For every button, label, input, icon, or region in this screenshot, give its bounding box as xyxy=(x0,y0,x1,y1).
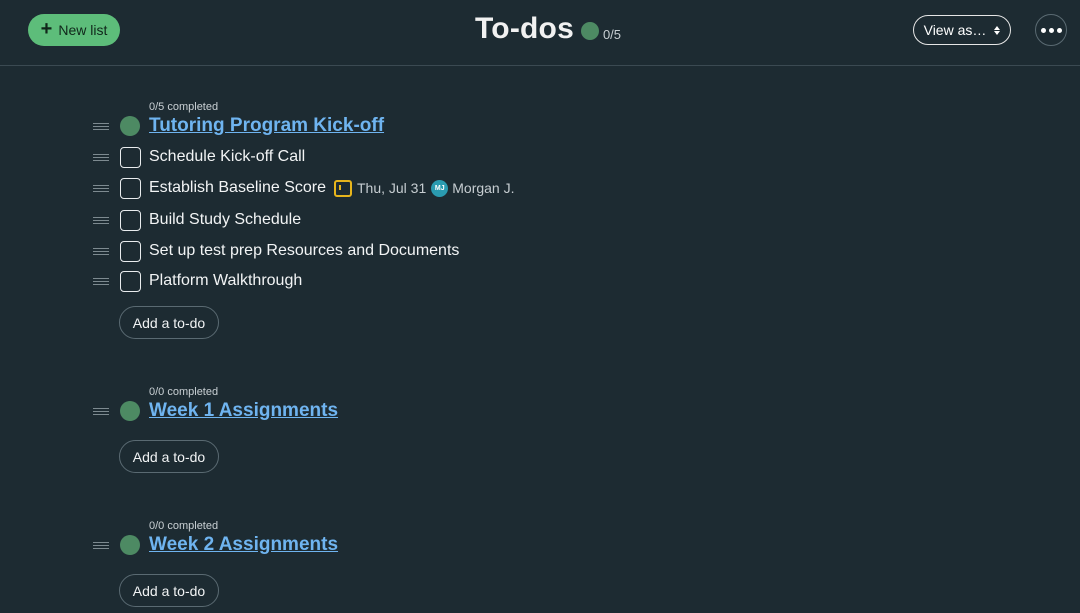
todo-checkbox[interactable] xyxy=(120,178,141,199)
more-options-button[interactable] xyxy=(1035,14,1067,46)
drag-handle-icon[interactable] xyxy=(93,185,109,192)
todo-checkbox[interactable] xyxy=(120,147,141,168)
drag-handle-icon[interactable] xyxy=(93,217,109,224)
list-progress-dot xyxy=(120,535,140,555)
new-list-button[interactable]: + New list xyxy=(28,14,120,46)
page-title: To-dos xyxy=(475,12,574,45)
drag-handle-icon[interactable] xyxy=(93,248,109,255)
drag-handle-icon[interactable] xyxy=(93,408,109,415)
todo-content: Establish Baseline Score Thu, Jul 31 MJ … xyxy=(149,179,515,197)
list-progress-dot xyxy=(120,116,140,136)
page-title-group: To-dos 0/5 xyxy=(475,12,621,46)
list-header: Tutoring Program Kick-off xyxy=(0,113,1080,139)
add-todo-button[interactable]: Add a to-do xyxy=(119,440,219,473)
list-header: Week 1 Assignments xyxy=(0,398,1080,424)
updown-chevron-icon xyxy=(994,25,1001,35)
list-title[interactable]: Week 2 Assignments xyxy=(149,534,338,556)
todo-item: Establish Baseline Score Thu, Jul 31 MJ … xyxy=(0,175,1080,201)
new-list-label: New list xyxy=(58,22,108,38)
drag-handle-icon[interactable] xyxy=(93,542,109,549)
more-dots-icon xyxy=(1040,27,1046,33)
calendar-icon xyxy=(333,179,352,197)
todo-item: Build Study Schedule xyxy=(0,207,1080,233)
todo-checkbox[interactable] xyxy=(120,271,141,292)
todo-checkbox[interactable] xyxy=(120,241,141,262)
list-title[interactable]: Week 1 Assignments xyxy=(149,400,338,422)
list-completed-count: 0/0 completed xyxy=(149,386,219,398)
list-progress-dot xyxy=(120,401,140,421)
todo-text[interactable]: Schedule Kick-off Call xyxy=(149,148,305,166)
todo-text[interactable]: Build Study Schedule xyxy=(149,211,301,229)
todo-text[interactable]: Platform Walkthrough xyxy=(149,272,302,290)
top-bar: + New list To-dos 0/5 View as… xyxy=(0,0,1080,66)
drag-handle-icon[interactable] xyxy=(93,123,109,130)
todo-item: Schedule Kick-off Call xyxy=(0,144,1080,170)
todo-item: Set up test prep Resources and Documents xyxy=(0,238,1080,264)
list-completed-count: 0/0 completed xyxy=(149,520,219,532)
todo-text[interactable]: Set up test prep Resources and Documents xyxy=(149,242,459,260)
todo-checkbox[interactable] xyxy=(120,210,141,231)
list-title[interactable]: Tutoring Program Kick-off xyxy=(149,115,384,137)
assignee-name: Morgan J. xyxy=(452,180,515,196)
avatar: MJ xyxy=(431,179,449,197)
add-todo-button[interactable]: Add a to-do xyxy=(119,306,219,339)
plus-icon: + xyxy=(40,18,53,40)
todo-text[interactable]: Establish Baseline Score xyxy=(149,179,326,197)
todo-item: Platform Walkthrough xyxy=(0,268,1080,294)
drag-handle-icon[interactable] xyxy=(93,278,109,285)
add-todo-button[interactable]: Add a to-do xyxy=(119,574,219,607)
view-as-label: View as… xyxy=(923,22,987,38)
view-as-button[interactable]: View as… xyxy=(913,15,1011,45)
list-completed-count: 0/5 completed xyxy=(149,101,219,113)
progress-dot xyxy=(580,21,599,40)
due-date: Thu, Jul 31 xyxy=(356,180,427,196)
list-header: Week 2 Assignments xyxy=(0,532,1080,558)
completion-count: 0/5 xyxy=(602,26,622,42)
drag-handle-icon[interactable] xyxy=(93,154,109,161)
